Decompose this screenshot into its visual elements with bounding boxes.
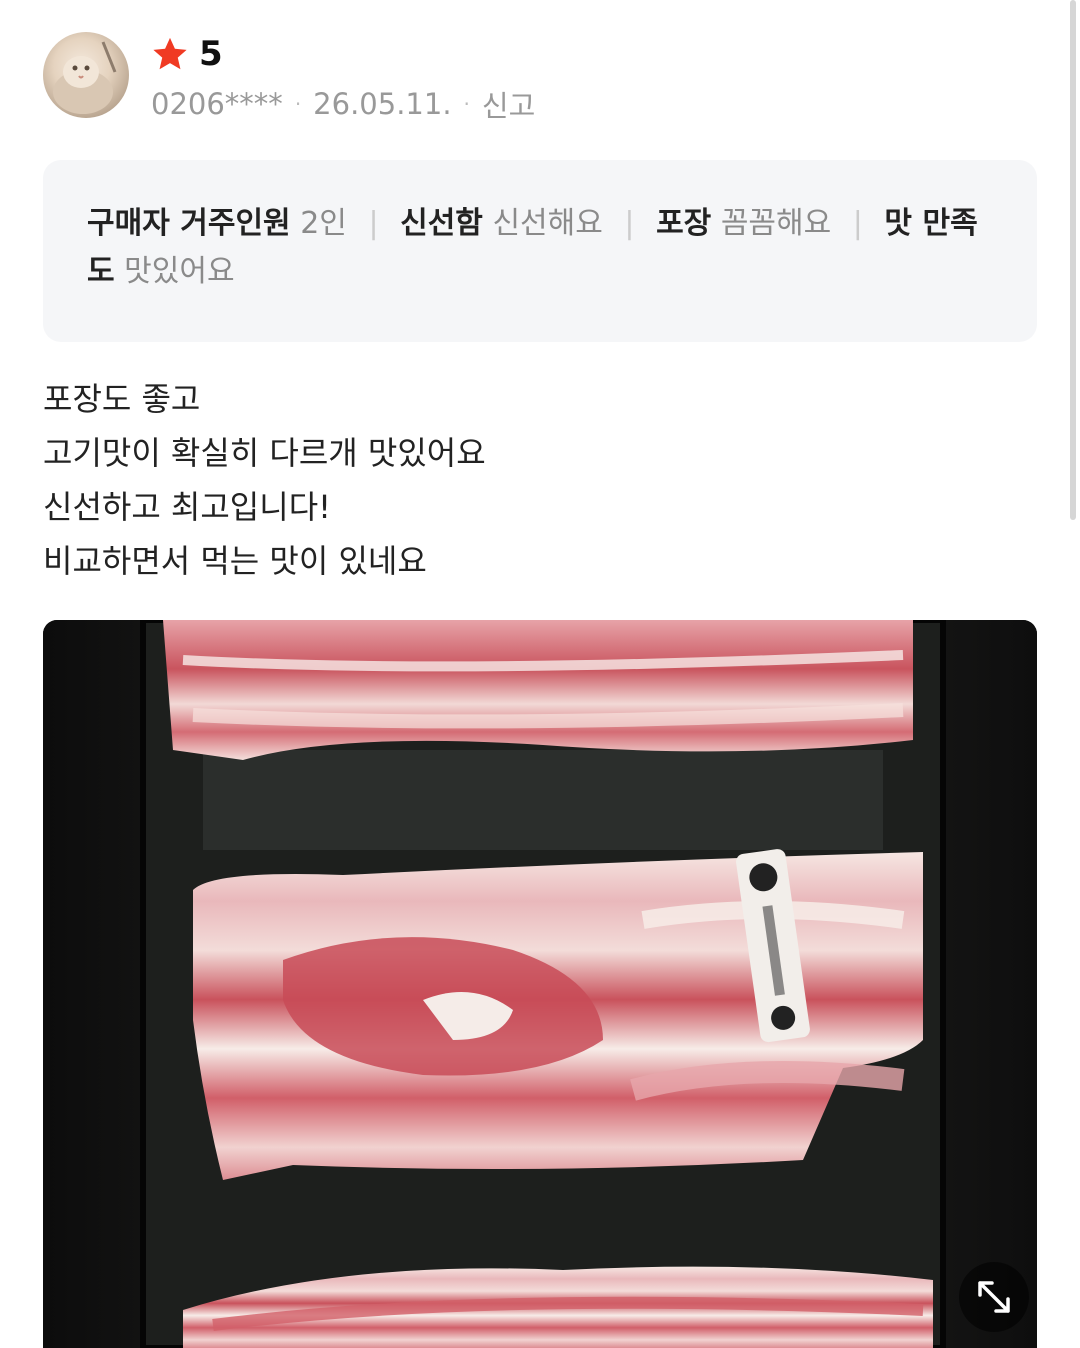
- attr-key-packaging: 포장: [656, 206, 712, 241]
- user-id: 0206****: [151, 87, 283, 121]
- report-button[interactable]: 신고: [482, 83, 535, 125]
- attr-value-freshness: 신선해요: [492, 206, 603, 241]
- review-date: 26.05.11.: [313, 87, 452, 121]
- divider: |: [852, 206, 863, 241]
- attr-value-taste: 맛있어요: [124, 254, 235, 289]
- review-line: 비교하면서 먹는 맛이 있네요: [43, 542, 427, 580]
- review-body: 포장도 좋고 고기맛이 확실히 다르개 맛있어요 신선하고 최고입니다! 비교하…: [43, 372, 1033, 588]
- pork-belly-photo: [43, 620, 1037, 1348]
- attr-value-packaging: 꼼꼼해요: [720, 206, 832, 241]
- divider: |: [368, 206, 379, 241]
- separator-dot: ·: [294, 92, 302, 116]
- scrollbar[interactable]: [1070, 0, 1076, 520]
- attr-key-freshness: 신선함: [400, 206, 483, 241]
- review-header: 5 0206**** · 26.05.11. · 신고: [43, 32, 1033, 132]
- rating: 5: [151, 34, 223, 74]
- review-photo[interactable]: [43, 620, 1037, 1348]
- review-meta: 0206**** · 26.05.11. · 신고: [151, 84, 535, 124]
- expand-photo-button[interactable]: [959, 1262, 1029, 1332]
- star-icon: [153, 37, 187, 70]
- attr-key-household: 구매자 거주인원: [87, 206, 291, 241]
- attr-value-household: 2인: [300, 206, 347, 241]
- divider: |: [624, 206, 635, 241]
- expand-icon: [978, 1281, 1010, 1313]
- avatar[interactable]: [43, 32, 129, 118]
- review-line: 포장도 좋고: [43, 380, 201, 418]
- separator-dot: ·: [463, 92, 470, 116]
- review-line: 고기맛이 확실히 다르개 맛있어요: [43, 434, 486, 472]
- review-line: 신선하고 최고입니다!: [43, 488, 331, 526]
- review-attributes: 구매자 거주인원 2인 | 신선함 신선해요 | 포장 꼼꼼해요 | 맛 만족도…: [43, 160, 1037, 342]
- rating-value: 5: [199, 34, 223, 74]
